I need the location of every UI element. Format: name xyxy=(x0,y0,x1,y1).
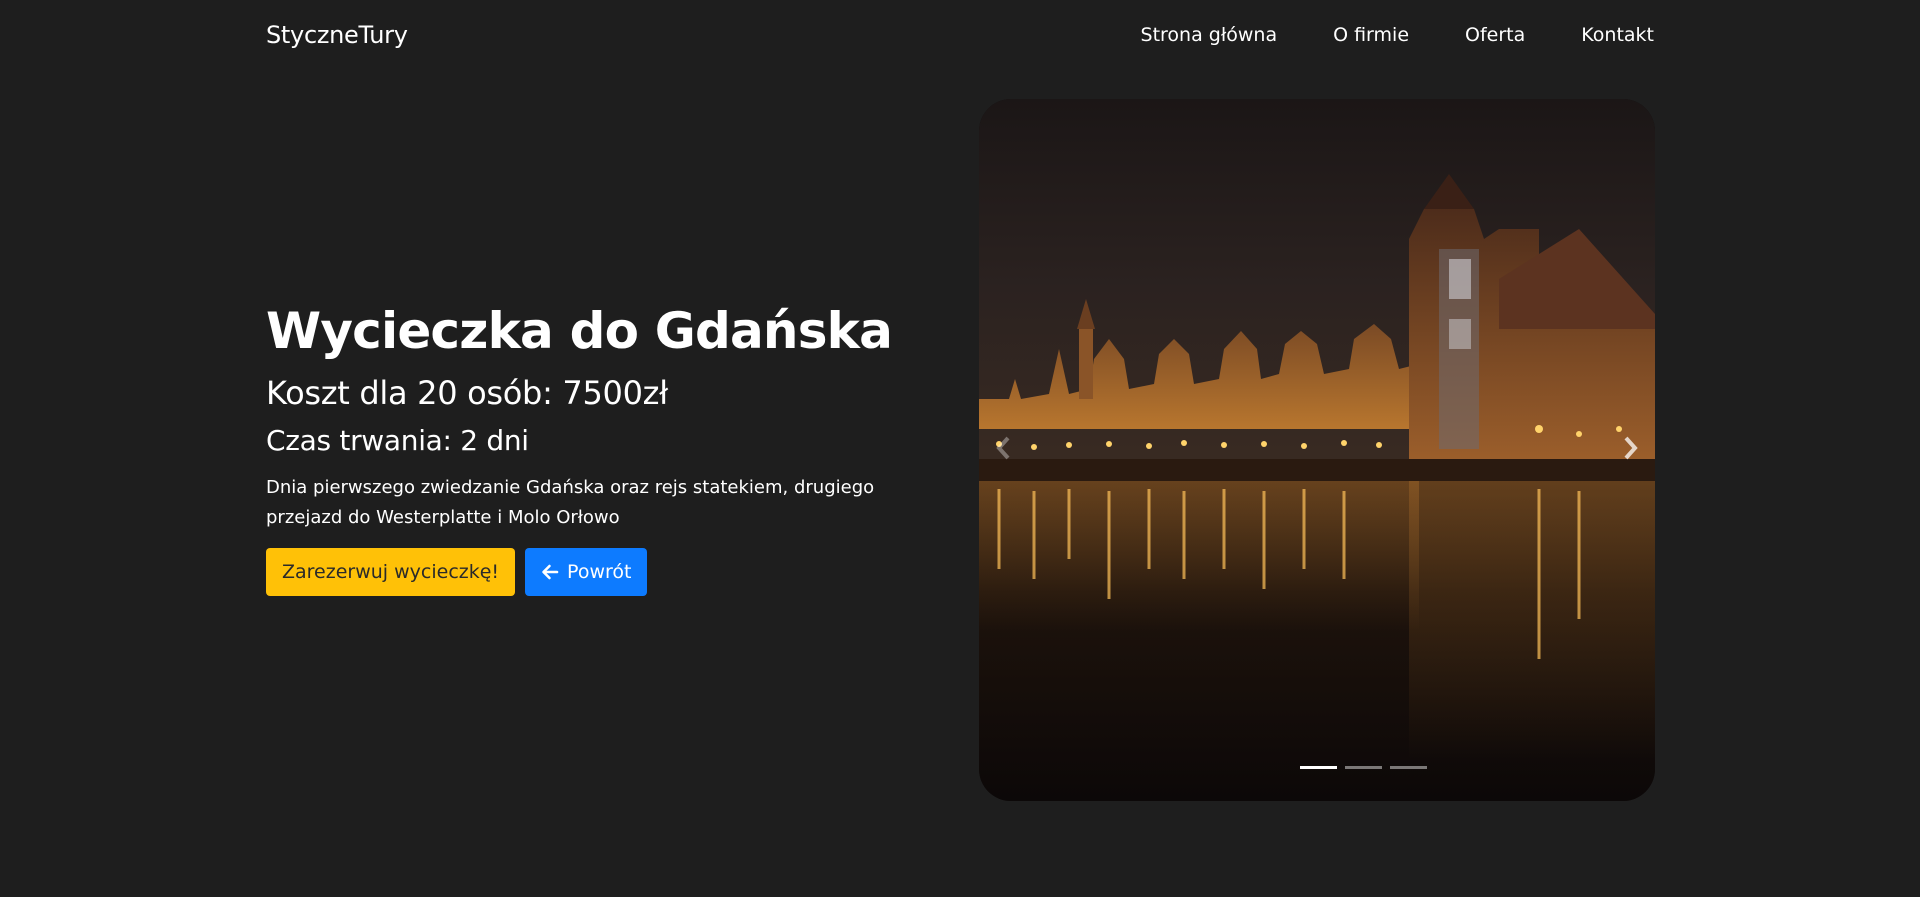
trip-details: Wycieczka do Gdańska Koszt dla 20 osób: … xyxy=(266,300,946,597)
chevron-right-icon xyxy=(1620,434,1640,466)
carousel-next-button[interactable] xyxy=(1605,410,1655,490)
arrow-left-icon xyxy=(541,563,559,581)
trip-title: Wycieczka do Gdańska xyxy=(266,302,893,360)
nav-link-offer[interactable]: Oferta xyxy=(1465,24,1525,46)
action-buttons: Zarezerwuj wycieczkę! Powrót xyxy=(266,548,946,597)
carousel-indicators xyxy=(979,766,1655,769)
brand-logo[interactable]: StyczneTury xyxy=(266,21,408,49)
back-button-label: Powrót xyxy=(567,561,632,584)
navbar: StyczneTury Strona główna O firmie Ofert… xyxy=(266,0,1654,70)
carousel-indicator-1[interactable] xyxy=(1299,766,1337,769)
carousel-indicator-2[interactable] xyxy=(1344,766,1382,769)
gdansk-night-photo xyxy=(979,99,1655,801)
trip-description: Dnia pierwszego zwiedzanie Gdańska oraz … xyxy=(266,476,875,528)
carousel-indicator-3[interactable] xyxy=(1389,766,1427,769)
reserve-button-label: Zarezerwuj wycieczkę! xyxy=(282,561,500,584)
image-carousel xyxy=(979,99,1655,801)
nav-link-contact[interactable]: Kontakt xyxy=(1581,24,1654,46)
reserve-button[interactable]: Zarezerwuj wycieczkę! xyxy=(266,548,516,597)
nav-link-home[interactable]: Strona główna xyxy=(1141,24,1278,46)
nav-link-about[interactable]: O firmie xyxy=(1333,24,1409,46)
trip-cost: Koszt dla 20 osób: 7500zł xyxy=(266,373,668,412)
back-button[interactable]: Powrót xyxy=(525,548,648,597)
chevron-left-icon xyxy=(994,434,1014,466)
carousel-prev-button[interactable] xyxy=(979,410,1029,490)
trip-duration: Czas trwania: 2 dni xyxy=(266,423,529,457)
nav-links: Strona główna O firmie Oferta Kontakt xyxy=(1141,24,1654,46)
